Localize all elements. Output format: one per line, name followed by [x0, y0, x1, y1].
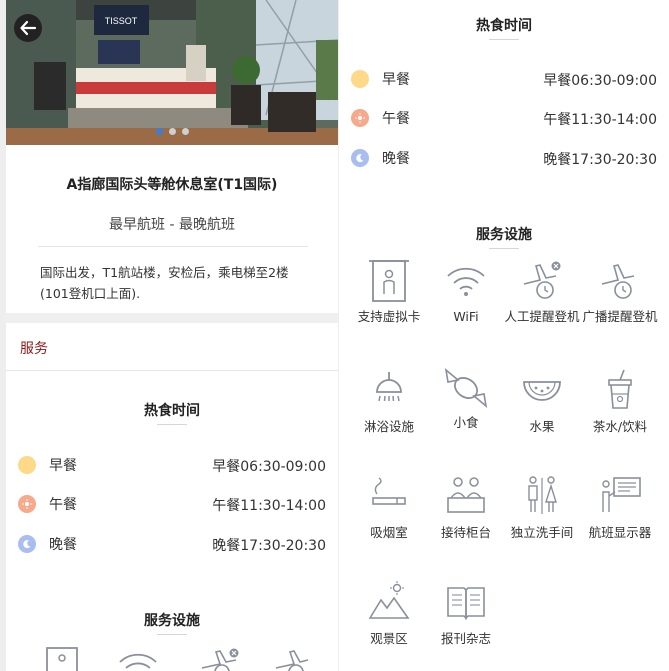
hot-food-title: 热食时间 [144, 403, 200, 419]
meal-label: 午餐 [49, 497, 77, 513]
meal-label: 早餐 [49, 458, 77, 474]
meal-time: 早餐06:30-09:00 [212, 459, 326, 475]
facility-label: 广播提醒登机 [582, 309, 658, 324]
meal-label: 早餐 [382, 72, 410, 88]
facility-fruit: 水果 [501, 368, 583, 436]
facility-label: 独立洗手间 [510, 525, 574, 540]
facility-label: 接待柜台 [440, 525, 491, 540]
facility-wifi: WiFi [425, 258, 507, 326]
meal-time: 早餐06:30-09:00 [543, 73, 657, 89]
door-person-icon [46, 647, 78, 671]
facility-broadcast-boarding-reminder: 广播提醒登机 [579, 258, 661, 326]
facility-tea-drinks: 茶水/饮料 [579, 368, 661, 436]
facility-label: 吸烟室 [370, 525, 408, 540]
facility-label: WiFi [453, 309, 479, 324]
meal-time: 晚餐17:30-20:30 [543, 152, 657, 168]
moon-icon [351, 149, 369, 167]
section-separator [6, 313, 338, 323]
flight-display-icon [602, 477, 641, 512]
title-underline [157, 424, 187, 425]
meal-row-dinner: 晚餐 [18, 533, 77, 555]
sunrise-icon [18, 456, 36, 474]
meal-row-breakfast: 早餐 [351, 68, 410, 90]
lounge-photo: TISSOT [6, 0, 338, 145]
facility-newspapers: 报刊杂志 [425, 580, 507, 648]
wifi-icon [119, 653, 157, 669]
meal-row-lunch: 午餐 [18, 493, 77, 515]
meal-row-breakfast: 早餐 [18, 454, 77, 476]
plane-clock-x-icon [523, 261, 561, 299]
divider [6, 370, 338, 371]
tissot-sign: TISSOT [105, 16, 138, 26]
facility-flight-display: 航班显示器 [579, 474, 661, 542]
services-tab[interactable]: 服务 [20, 338, 48, 358]
facility-label: 人工提醒登机 [504, 309, 580, 324]
facilities-title: 服务设施 [144, 613, 200, 629]
candy-icon [444, 368, 488, 408]
moon-icon [18, 535, 36, 553]
wifi-icon [447, 267, 485, 296]
meal-time: 午餐11:30-14:00 [543, 112, 657, 128]
sunrise-icon [351, 70, 369, 88]
meal-row-lunch: 午餐 [351, 107, 410, 129]
meal-label: 晚餐 [382, 151, 410, 167]
meal-time: 晚餐17:30-20:30 [212, 538, 326, 554]
carousel-dot[interactable] [169, 128, 176, 135]
back-button[interactable] [14, 14, 42, 42]
lounge-location: 国际出发，T1航站楼，安检后，乘电梯至2楼(101登机口上面). [40, 265, 289, 301]
lounge-name: A指廊国际头等舱休息室(T1国际) [66, 177, 278, 193]
meal-time: 午餐11:30-14:00 [212, 498, 326, 514]
drink-cup-icon [608, 369, 632, 409]
flight-range: 最早航班 - 最晚航班 [109, 217, 235, 233]
facility-restroom: 独立洗手间 [501, 474, 583, 542]
door-person-icon [369, 260, 409, 302]
divider [38, 246, 308, 247]
facility-reception: 接待柜台 [425, 474, 507, 542]
facility-smoking-room: 吸烟室 [348, 474, 430, 542]
watermelon-icon [523, 381, 561, 401]
facility-label: 茶水/饮料 [592, 419, 648, 434]
cigarette-icon [372, 477, 406, 505]
facility-label: 小食 [453, 415, 479, 430]
sun-icon [18, 495, 36, 513]
plane-clock-x-icon [201, 648, 239, 671]
hot-food-title: 热食时间 [476, 18, 532, 34]
facility-shower: 淋浴设施 [348, 368, 430, 436]
sun-icon [351, 109, 369, 127]
mountain-view-icon [368, 581, 410, 619]
facility-label: 支持虚拟卡 [357, 309, 421, 324]
facility-manual-boarding-reminder: 人工提醒登机 [501, 258, 583, 326]
plane-clock-icon [601, 264, 635, 299]
facility-label: 航班显示器 [588, 525, 652, 540]
reception-icon [447, 477, 485, 513]
carousel-dots [156, 128, 189, 135]
title-underline [489, 39, 519, 40]
plane-clock-icon [275, 650, 309, 671]
facility-snacks: 小食 [425, 362, 507, 432]
shower-icon [376, 372, 402, 402]
arrow-left-icon [20, 20, 37, 36]
carousel-dot[interactable] [156, 128, 163, 135]
facility-label: 淋浴设施 [363, 419, 414, 434]
title-underline [489, 248, 519, 249]
facility-virtual-card: 支持虚拟卡 [348, 258, 430, 326]
restroom-icon [528, 476, 557, 514]
facility-label: 报刊杂志 [440, 631, 491, 646]
left-panel: TISSOT A指廊国际头等舱休息室(T1国际) 最早航班 - 最晚航班 国际出… [6, 0, 338, 671]
right-panel: 热食时间 早餐 早餐06:30-09:00 午餐 午餐11:30-14:00 晚… [339, 0, 669, 671]
magazine-icon [447, 587, 485, 620]
facility-viewing-area: 观景区 [348, 580, 430, 648]
carousel-dot[interactable] [182, 128, 189, 135]
facilities-title: 服务设施 [476, 227, 532, 243]
meal-label: 晚餐 [49, 537, 77, 553]
meal-row-dinner: 晚餐 [351, 147, 410, 169]
facility-label: 水果 [529, 419, 555, 434]
lounge-photo-carousel[interactable]: TISSOT [6, 0, 338, 145]
facility-label: 观景区 [370, 631, 408, 646]
meal-label: 午餐 [382, 111, 410, 127]
title-underline [157, 634, 187, 635]
